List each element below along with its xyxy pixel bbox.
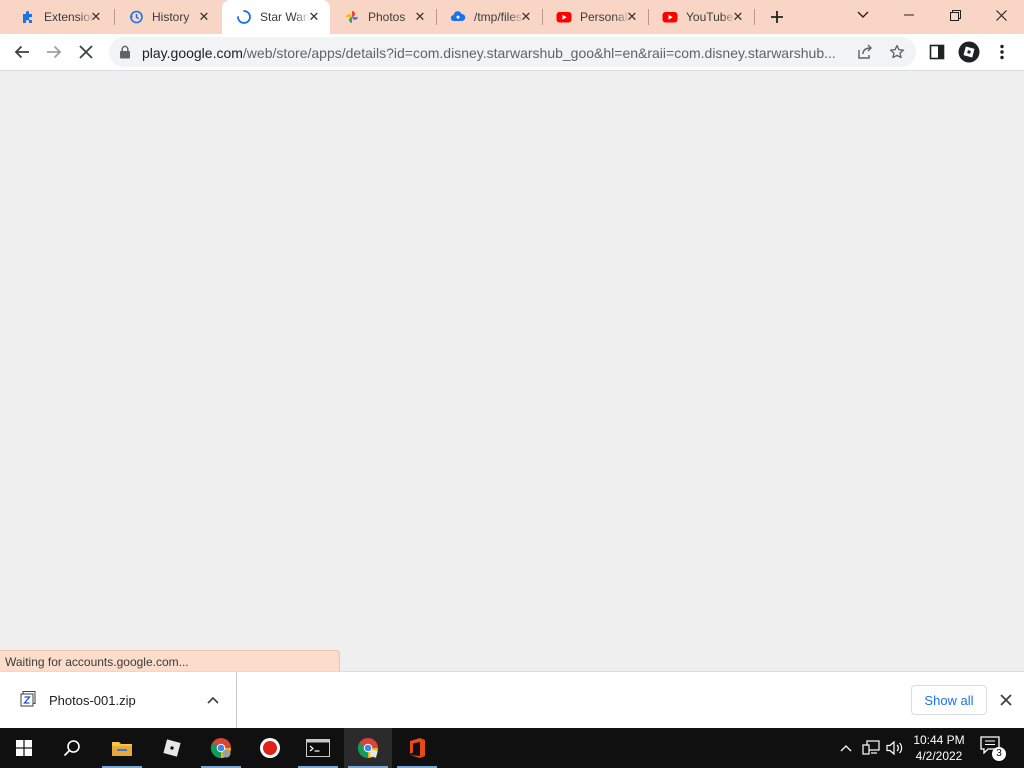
close-tab-icon[interactable]: ✕ (306, 9, 322, 25)
volume-icon[interactable] (885, 738, 905, 758)
bookmark-star-icon[interactable] (887, 42, 907, 62)
url-host: play.google.com (142, 45, 243, 61)
record-icon (260, 738, 280, 758)
system-clock[interactable]: 10:44 PM 4/2/2022 (909, 732, 969, 764)
tab-divider (754, 9, 755, 25)
loading-spinner-icon (236, 9, 252, 25)
tab-history[interactable]: History ✕ (114, 0, 220, 34)
start-button[interactable] (0, 728, 48, 768)
url-path: /web/store/apps/details?id=com.disney.st… (242, 45, 836, 61)
chrome-profile-taskbar-button[interactable] (197, 728, 245, 768)
close-tab-icon[interactable]: ✕ (518, 9, 534, 25)
tab-title: History (152, 10, 190, 24)
chrome-icon (210, 738, 231, 759)
office-icon (410, 738, 425, 758)
file-explorer-taskbar-button[interactable] (98, 728, 146, 768)
close-download-shelf-button[interactable] (996, 690, 1016, 710)
tab-star-wars[interactable]: Star Wars ✕ (222, 0, 330, 34)
search-button[interactable] (48, 728, 96, 768)
tab-photos[interactable]: Photos ✕ (330, 0, 436, 34)
roblox-taskbar-button[interactable] (148, 728, 196, 768)
profile-button[interactable] (955, 38, 983, 66)
google-photos-icon (344, 9, 360, 25)
terminal-icon (306, 739, 330, 757)
tab-title: Personal (580, 10, 628, 24)
avatar (958, 41, 980, 63)
close-tab-icon[interactable]: ✕ (88, 9, 104, 25)
notification-count-badge: 3 (992, 747, 1006, 761)
address-bar[interactable]: play.google.com/web/store/apps/details?i… (109, 37, 916, 67)
tab-title: Extensions (44, 10, 94, 24)
tab-youtube[interactable]: YouTube ✕ (648, 0, 754, 34)
tab-tmp-files[interactable]: /tmp/files ✕ (436, 0, 542, 34)
action-center-button[interactable]: 3 (980, 736, 1006, 761)
download-options-button[interactable] (203, 690, 223, 710)
browser-toolbar: play.google.com/web/store/apps/details?i… (0, 34, 1024, 71)
zip-file-icon (20, 691, 36, 707)
lock-icon[interactable] (119, 45, 131, 62)
clock-time: 10:44 PM (913, 733, 965, 747)
close-tab-icon[interactable]: ✕ (412, 9, 428, 25)
roblox-icon (163, 739, 181, 757)
tab-strip: Extensions ✕ History ✕ Star Wars ✕ Photo… (0, 0, 1024, 34)
close-icon (995, 9, 1007, 21)
download-file-name: Photos-001.zip (49, 693, 136, 708)
minimize-icon (904, 14, 914, 16)
clock-date: 4/2/2022 (915, 749, 963, 763)
arrow-left-icon (14, 45, 29, 59)
office-taskbar-button[interactable] (393, 728, 441, 768)
tab-title: Photos (368, 10, 406, 24)
stop-loading-button[interactable] (72, 38, 100, 66)
tab-personal[interactable]: Personal ✕ (542, 0, 648, 34)
close-tab-icon[interactable]: ✕ (624, 9, 640, 25)
window-close-button[interactable] (978, 0, 1024, 30)
youtube-icon (662, 9, 678, 25)
download-item[interactable]: Photos-001.zip (0, 672, 237, 728)
status-bubble: Waiting for accounts.google.com... (0, 650, 340, 671)
windows-logo-icon (16, 740, 32, 756)
tab-title: YouTube (686, 10, 734, 24)
chevron-up-icon (840, 745, 852, 752)
search-icon (63, 740, 80, 757)
side-panel-icon (929, 44, 945, 60)
plus-icon (771, 11, 783, 23)
tab-title: /tmp/files (474, 10, 523, 24)
windows-taskbar: 10:44 PM 4/2/2022 3 (0, 728, 1024, 768)
chevron-up-icon (207, 696, 219, 704)
chevron-down-icon (857, 11, 869, 18)
back-button[interactable] (8, 38, 36, 66)
restore-button[interactable] (932, 0, 978, 30)
kebab-menu-icon (1000, 44, 1004, 60)
arrow-right-icon (47, 45, 62, 59)
close-tab-icon[interactable]: ✕ (196, 9, 212, 25)
close-icon (1000, 694, 1012, 706)
folder-icon (112, 742, 132, 756)
terminal-taskbar-button[interactable] (294, 728, 342, 768)
chrome-taskbar-button[interactable] (344, 728, 392, 768)
url-text[interactable]: play.google.com/web/store/apps/details?i… (142, 45, 854, 61)
tab-title: Star Wars (260, 10, 310, 24)
forward-button[interactable] (40, 38, 68, 66)
restore-icon (949, 9, 961, 21)
chrome-icon (357, 738, 378, 759)
share-icon[interactable] (855, 42, 875, 62)
new-tab-button[interactable] (765, 5, 789, 29)
download-shelf: Photos-001.zip Show all (0, 671, 1024, 728)
puzzle-icon (20, 9, 36, 25)
network-icon[interactable] (861, 738, 881, 758)
browser-menu-button[interactable] (988, 38, 1016, 66)
close-icon (79, 45, 93, 59)
screen-recorder-taskbar-button[interactable] (246, 728, 294, 768)
show-hidden-icons-button[interactable] (836, 738, 856, 758)
close-tab-icon[interactable]: ✕ (730, 9, 746, 25)
tab-extensions[interactable]: Extensions ✕ (6, 0, 112, 34)
history-icon (128, 9, 144, 25)
minimize-button[interactable] (886, 0, 932, 30)
side-panel-button[interactable] (923, 38, 951, 66)
tab-search-button[interactable] (840, 0, 886, 30)
cloud-upload-icon (450, 9, 466, 25)
show-all-downloads-button[interactable]: Show all (911, 685, 987, 715)
page-content (0, 71, 1024, 671)
youtube-icon (556, 9, 572, 25)
